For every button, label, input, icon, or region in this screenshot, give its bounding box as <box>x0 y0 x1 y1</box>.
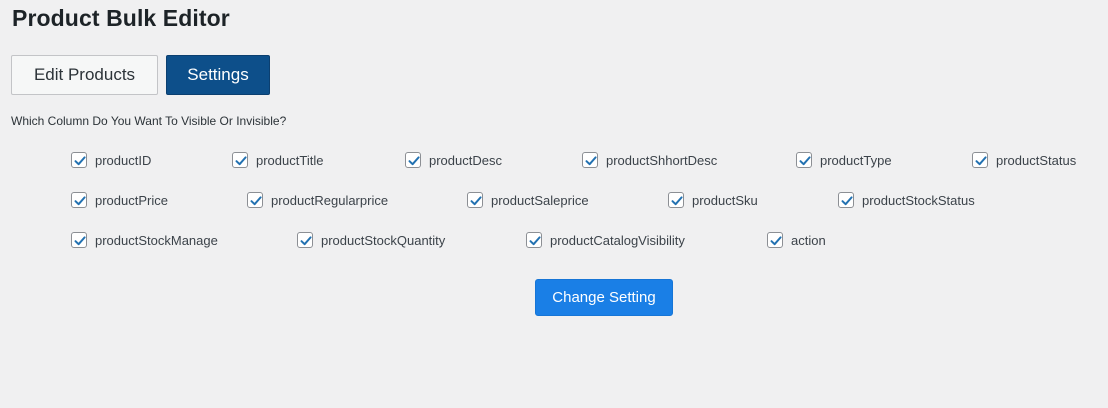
checkmark-icon <box>841 196 853 206</box>
change-setting-button[interactable]: Change Setting <box>535 279 673 316</box>
checkbox[interactable] <box>247 192 263 208</box>
checkbox[interactable] <box>405 152 421 168</box>
checkmark-icon <box>408 156 420 166</box>
checkbox[interactable] <box>71 192 87 208</box>
checkmark-icon <box>770 236 782 246</box>
column-toggle-productshhortdesc[interactable]: productShhortDesc <box>582 150 717 170</box>
checkbox[interactable] <box>467 192 483 208</box>
page-title: Product Bulk Editor <box>12 5 230 31</box>
column-label: productCatalogVisibility <box>550 233 685 248</box>
checkbox[interactable] <box>972 152 988 168</box>
checkmark-icon <box>585 156 597 166</box>
column-toggle-producttitle[interactable]: productTitle <box>232 150 323 170</box>
column-label: productTitle <box>256 153 324 168</box>
column-toggle-action[interactable]: action <box>767 230 826 250</box>
checkbox[interactable] <box>668 192 684 208</box>
column-label: productSku <box>692 193 758 208</box>
checkbox[interactable] <box>582 152 598 168</box>
column-toggle-productsku[interactable]: productSku <box>668 190 758 210</box>
column-label: productType <box>820 153 892 168</box>
column-label: productSaleprice <box>491 193 589 208</box>
checkbox[interactable] <box>71 152 87 168</box>
checkbox[interactable] <box>232 152 248 168</box>
column-label: productStockStatus <box>862 193 975 208</box>
tab-edit-products[interactable]: Edit Products <box>11 55 158 95</box>
checkmark-icon <box>671 196 683 206</box>
column-toggle-producttype[interactable]: productType <box>796 150 892 170</box>
column-label: productStockManage <box>95 233 218 248</box>
checkmark-icon <box>74 236 86 246</box>
checkbox[interactable] <box>838 192 854 208</box>
column-label: productDesc <box>429 153 502 168</box>
checkbox[interactable] <box>526 232 542 248</box>
checkmark-icon <box>74 196 86 206</box>
column-toggle-productstockmanage[interactable]: productStockManage <box>71 230 218 250</box>
column-toggle-productprice[interactable]: productPrice <box>71 190 168 210</box>
checkbox[interactable] <box>767 232 783 248</box>
column-label: productRegularprice <box>271 193 389 208</box>
checkmark-icon <box>975 156 987 166</box>
column-toggle-productstatus[interactable]: productStatus <box>972 150 1076 170</box>
column-label: productShhortDesc <box>606 153 718 168</box>
checkmark-icon <box>74 156 86 166</box>
column-label: productStatus <box>996 153 1077 168</box>
checkbox-row-2: productPrice productRegularprice product… <box>0 190 1108 210</box>
checkbox[interactable] <box>796 152 812 168</box>
checkmark-icon <box>235 156 247 166</box>
checkmark-icon <box>529 236 541 246</box>
checkmark-icon <box>799 156 811 166</box>
column-toggle-productdesc[interactable]: productDesc <box>405 150 502 170</box>
tab-settings[interactable]: Settings <box>166 55 270 95</box>
checkbox[interactable] <box>297 232 313 248</box>
checkmark-icon <box>300 236 312 246</box>
checkbox[interactable] <box>71 232 87 248</box>
checkbox-row-1: productID productTitle productDesc produ… <box>0 150 1108 170</box>
column-label: productStockQuantity <box>321 233 446 248</box>
column-toggle-productcatalogvisibility[interactable]: productCatalogVisibility <box>526 230 685 250</box>
checkbox-row-3: productStockManage productStockQuantity … <box>0 230 1108 250</box>
column-toggle-productsaleprice[interactable]: productSaleprice <box>467 190 589 210</box>
tab-bar: Edit Products Settings <box>11 55 270 95</box>
column-toggle-productstockstatus[interactable]: productStockStatus <box>838 190 975 210</box>
column-label: action <box>791 233 826 248</box>
visibility-question: Which Column Do You Want To Visible Or I… <box>11 114 287 128</box>
column-toggle-productstockquantity[interactable]: productStockQuantity <box>297 230 445 250</box>
checkmark-icon <box>470 196 482 206</box>
checkmark-icon <box>250 196 262 206</box>
column-label: productID <box>95 153 152 168</box>
column-label: productPrice <box>95 193 168 208</box>
column-toggle-productregularprice[interactable]: productRegularprice <box>247 190 388 210</box>
column-toggle-productid[interactable]: productID <box>71 150 151 170</box>
